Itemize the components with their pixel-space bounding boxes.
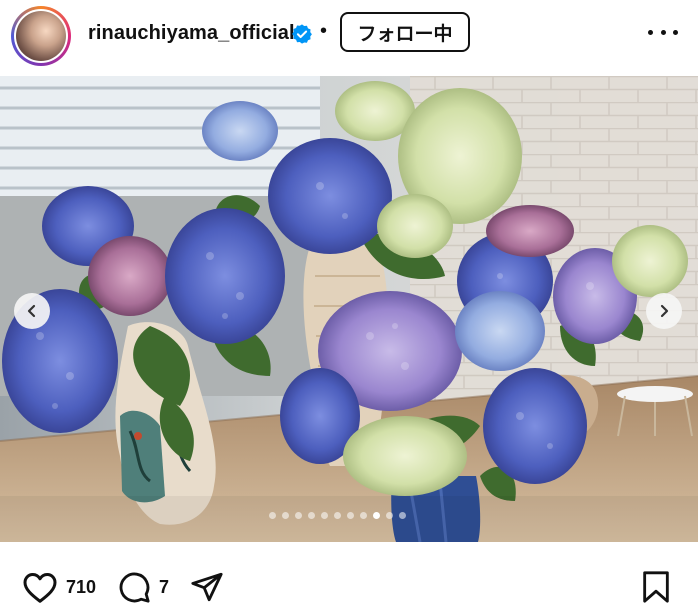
comment-bubble-icon[interactable] [117, 570, 151, 604]
carousel-indicator [269, 512, 406, 519]
share-group [190, 570, 224, 604]
carousel-dot [399, 512, 406, 519]
separator-dot: • [320, 20, 328, 42]
hydrangea-photo [0, 76, 698, 542]
more-dot [660, 29, 666, 35]
carousel-dot [386, 512, 393, 519]
following-button[interactable]: フォロー中 [340, 12, 470, 52]
carousel-dot [295, 512, 302, 519]
carousel-dot [360, 512, 367, 519]
comment-count[interactable]: 7 [159, 577, 169, 598]
post-actions: 710 7 [0, 542, 698, 613]
carousel-dot [269, 512, 276, 519]
save-group [640, 570, 672, 604]
carousel-dot [321, 512, 328, 519]
like-group: 710 [22, 570, 96, 604]
chevron-left-icon [27, 304, 36, 318]
carousel-dot [282, 512, 289, 519]
carousel-dot [308, 512, 315, 519]
avatar-story-ring[interactable] [11, 6, 71, 66]
prev-slide-button[interactable] [14, 293, 50, 329]
more-dot [648, 29, 653, 35]
more-options-icon[interactable] [648, 20, 678, 44]
chevron-right-icon [660, 304, 669, 318]
heart-icon[interactable] [22, 570, 58, 604]
carousel-dot [373, 512, 380, 519]
verified-badge-icon [292, 24, 312, 44]
avatar-photo [16, 11, 66, 61]
paper-plane-icon[interactable] [190, 570, 224, 604]
like-count[interactable]: 710 [66, 577, 96, 598]
carousel-dot [347, 512, 354, 519]
bookmark-icon[interactable] [640, 570, 672, 604]
next-slide-button[interactable] [646, 293, 682, 329]
post-image[interactable] [0, 76, 698, 542]
avatar[interactable] [14, 9, 68, 63]
comment-group: 7 [117, 570, 169, 604]
username-link[interactable]: rinauchiyama_official [88, 22, 295, 45]
more-dot [673, 29, 678, 35]
carousel-dot [334, 512, 341, 519]
post-header: rinauchiyama_official • フォロー中 [0, 0, 698, 76]
